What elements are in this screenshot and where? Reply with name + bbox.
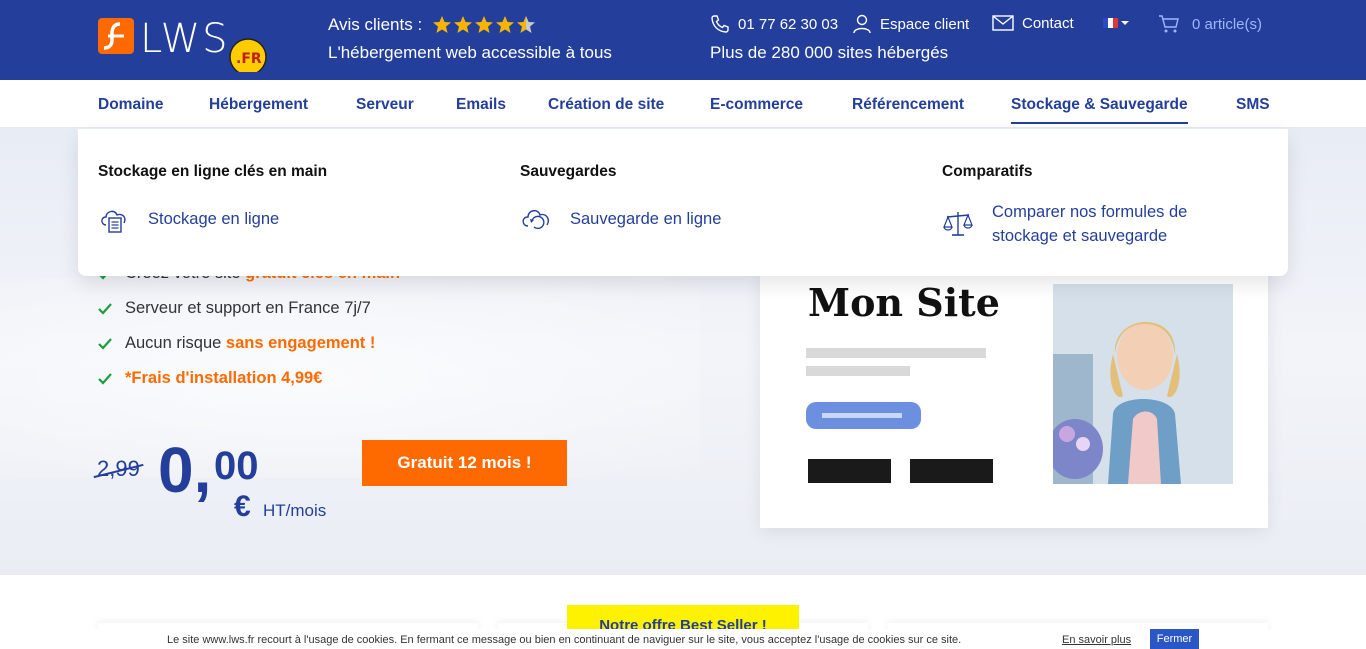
- nav-creation-site[interactable]: Création de site: [548, 96, 664, 114]
- comparer-formules-link[interactable]: Comparer nos formules de stockage et sauv…: [942, 200, 1187, 248]
- feature-text: Serveur et support en France 7j/7: [125, 299, 371, 317]
- free-12-months-button[interactable]: Gratuit 12 mois !: [362, 440, 567, 486]
- link-label: Comparer nos formules de stockage et sauv…: [992, 203, 1188, 245]
- espace-client-link[interactable]: Espace client: [852, 14, 969, 34]
- florist-photo: [1053, 284, 1233, 484]
- feature-text: *Frais d'installation 4,99€: [125, 369, 323, 387]
- cart-label: 0 article(s): [1192, 15, 1263, 33]
- nav-serveur[interactable]: Serveur: [356, 96, 414, 114]
- feature-text: Aucun risque sans engagement !: [125, 334, 376, 352]
- envelope-icon: [992, 15, 1014, 31]
- cart-icon: [1159, 15, 1179, 33]
- preview-title: Mon Site: [808, 280, 1000, 325]
- contact-label: Contact: [1022, 14, 1074, 32]
- nav-ecommerce[interactable]: E-commerce: [710, 96, 803, 114]
- sauvegarde-en-ligne-link[interactable]: Sauvegarde en ligne: [520, 203, 721, 235]
- cart-link[interactable]: 0 article(s): [1158, 14, 1262, 34]
- feature-list: Créez votre site gratuit clés en main Se…: [98, 256, 400, 396]
- half-star-icon: [517, 16, 536, 33]
- rating-label: Avis clients :: [328, 15, 423, 34]
- learn-more-link[interactable]: En savoir plus: [1062, 634, 1131, 646]
- feature-item: Serveur et support en France 7j/7: [98, 291, 400, 326]
- menu-column-comparatifs: Comparatifs Comparer nos formules de stoc…: [942, 163, 1187, 248]
- check-icon: [98, 337, 112, 350]
- placeholder-block: [808, 459, 891, 483]
- nav-hebergement[interactable]: Hébergement: [209, 96, 308, 114]
- sites-count: Plus de 280 000 sites hébergés: [710, 43, 949, 62]
- nav-referencement[interactable]: Référencement: [852, 96, 964, 114]
- user-icon: [853, 14, 871, 34]
- link-label: Stockage en ligne: [148, 210, 280, 228]
- cloud-backup-icon: [522, 210, 549, 230]
- cookie-text: Le site www.lws.fr recourt à l'usage de …: [167, 634, 962, 646]
- column-title: Sauvegardes: [520, 163, 617, 180]
- stockage-en-ligne-link[interactable]: Stockage en ligne: [98, 203, 327, 235]
- french-flag-icon: [1103, 18, 1118, 28]
- check-icon: [98, 372, 112, 385]
- svg-text:.FR: .FR: [236, 51, 262, 67]
- lws-logo[interactable]: LWS .FR: [98, 14, 278, 76]
- old-price: 2,99: [97, 456, 140, 481]
- phone-icon: [711, 15, 729, 33]
- price-integer: 0,: [158, 434, 212, 506]
- balance-scale-icon: [943, 212, 973, 236]
- column-title: Comparatifs: [942, 163, 1033, 180]
- check-icon: [98, 302, 112, 315]
- svg-text:LWS: LWS: [140, 16, 230, 62]
- price-cents: 00: [214, 444, 259, 488]
- customer-rating: Avis clients :: [328, 15, 536, 35]
- contact-link[interactable]: Contact: [992, 14, 1074, 32]
- nav-sms[interactable]: SMS: [1236, 96, 1270, 114]
- top-bar: LWS .FR Avis clients : L'hébergement web…: [0, 0, 1366, 80]
- price-currency: €: [234, 490, 251, 523]
- nav-stockage-sauvegarde[interactable]: Stockage & Sauvegarde: [1011, 96, 1188, 124]
- feature-item: Aucun risque sans engagement !: [98, 326, 400, 361]
- menu-column-sauvegardes: Sauvegardes Sauvegarde en ligne: [520, 163, 721, 235]
- placeholder-block: [910, 459, 993, 483]
- placeholder-line: [806, 366, 910, 376]
- placeholder-line: [806, 348, 986, 358]
- tagline: L'hébergement web accessible à tous: [328, 43, 612, 62]
- feature-item: *Frais d'installation 4,99€: [98, 361, 400, 396]
- nav-domaine[interactable]: Domaine: [98, 96, 163, 114]
- star-icon: [454, 16, 473, 33]
- price-unit: HT/mois: [263, 501, 327, 520]
- rating-stars: [432, 15, 536, 35]
- star-icon: [496, 16, 515, 33]
- star-icon: [433, 16, 452, 33]
- stockage-mega-menu: Stockage en ligne clés en main Stockage …: [78, 129, 1288, 276]
- cookie-banner: Le site www.lws.fr recourt à l'usage de …: [0, 629, 1366, 649]
- phone-number: 01 77 62 30 03: [738, 15, 839, 33]
- placeholder-button: [806, 402, 921, 429]
- close-cookie-button[interactable]: Fermer: [1150, 629, 1199, 649]
- site-preview: Mon Site: [760, 268, 1268, 528]
- espace-client-label: Espace client: [880, 15, 970, 33]
- link-label: Sauvegarde en ligne: [570, 210, 722, 228]
- star-icon: [475, 16, 494, 33]
- menu-column-stockage: Stockage en ligne clés en main Stockage …: [98, 163, 327, 235]
- cloud-storage-icon: [101, 210, 126, 233]
- phone-link[interactable]: 01 77 62 30 03: [710, 14, 838, 34]
- chevron-down-icon: [1121, 21, 1129, 25]
- nav-emails[interactable]: Emails: [456, 96, 506, 114]
- main-nav: Domaine Hébergement Serveur Emails Créat…: [0, 80, 1366, 128]
- language-selector[interactable]: [1103, 18, 1129, 28]
- column-title: Stockage en ligne clés en main: [98, 163, 328, 180]
